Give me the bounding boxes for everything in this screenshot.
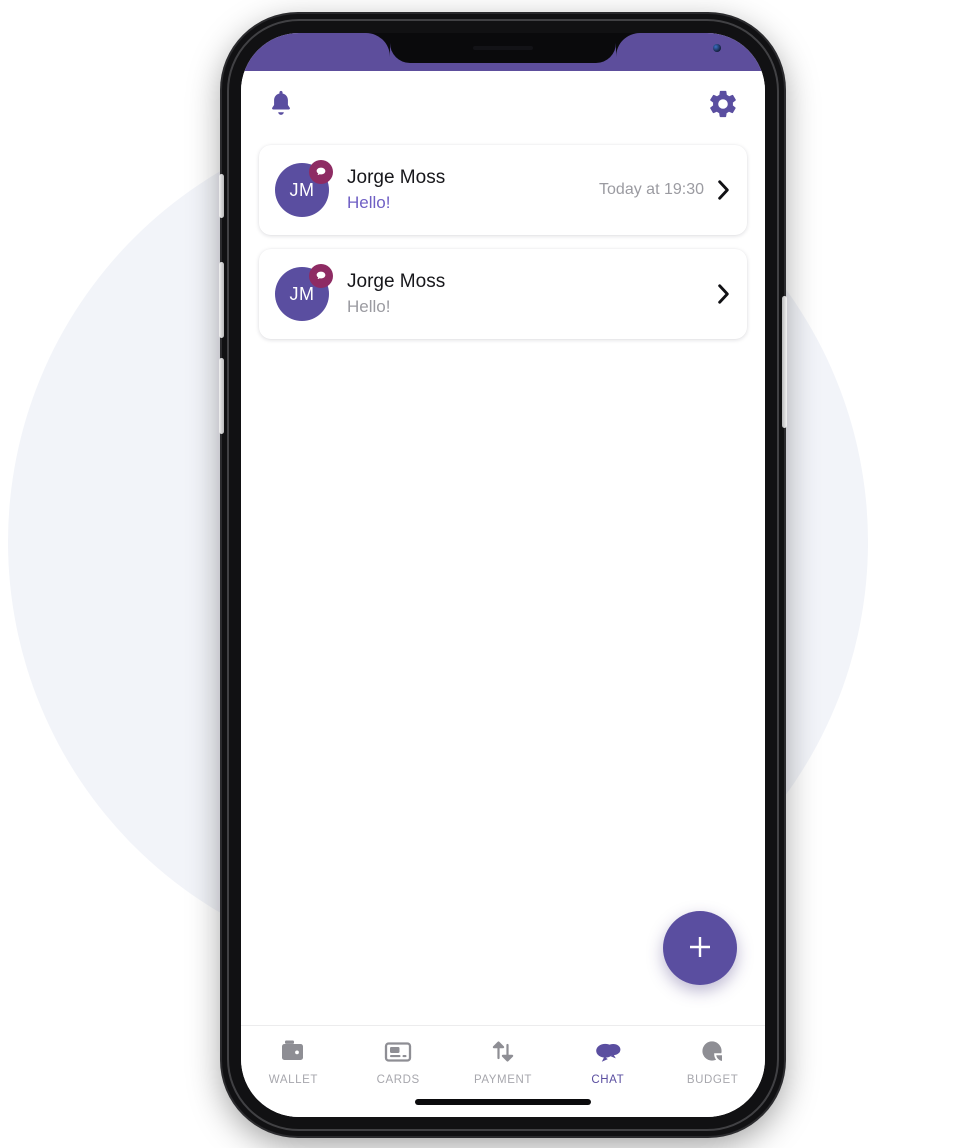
phone-device-mockup: JM Jorge Moss Hello! Today at 19:30 JM J… bbox=[219, 14, 787, 1136]
nav-label-cards: CARDS bbox=[376, 1074, 420, 1086]
transfer-arrows-icon bbox=[488, 1038, 518, 1066]
nav-item-budget[interactable]: BUDGET bbox=[660, 1038, 765, 1086]
chat-row-trailing: Today at 19:30 bbox=[599, 179, 731, 201]
nav-label-wallet: WALLET bbox=[268, 1074, 318, 1086]
card-icon bbox=[383, 1038, 413, 1066]
notch-corner-right bbox=[616, 33, 640, 57]
earpiece-speaker bbox=[473, 46, 533, 50]
chat-list: JM Jorge Moss Hello! Today at 19:30 JM J… bbox=[241, 137, 765, 1025]
chat-contact-name: Jorge Moss bbox=[347, 166, 446, 188]
volume-up-button[interactable] bbox=[219, 262, 224, 338]
nav-label-chat: CHAT bbox=[591, 1074, 625, 1086]
chat-text-block: Jorge Moss Hello! bbox=[347, 270, 694, 318]
chat-message-preview: Hello! bbox=[347, 193, 391, 213]
chevron-right-icon[interactable] bbox=[716, 179, 731, 201]
nav-label-budget: BUDGET bbox=[686, 1074, 739, 1086]
nav-item-cards[interactable]: CARDS bbox=[346, 1038, 451, 1086]
phone-screen: JM Jorge Moss Hello! Today at 19:30 JM J… bbox=[241, 33, 765, 1117]
nav-item-chat[interactable]: CHAT bbox=[555, 1038, 660, 1086]
home-indicator[interactable] bbox=[415, 1099, 591, 1105]
bell-icon[interactable] bbox=[267, 89, 295, 119]
chevron-right-icon[interactable] bbox=[716, 283, 731, 305]
app-header bbox=[241, 71, 765, 137]
plus-icon bbox=[683, 930, 717, 967]
chat-row-trailing bbox=[704, 283, 731, 305]
wallet-icon bbox=[278, 1038, 308, 1066]
chat-bubbles-icon bbox=[593, 1038, 623, 1066]
volume-down-button[interactable] bbox=[219, 358, 224, 434]
nav-item-payment[interactable]: PAYMENT bbox=[451, 1038, 556, 1086]
avatar: JM bbox=[275, 264, 333, 321]
notch-corner-left bbox=[366, 33, 390, 57]
chat-contact-name: Jorge Moss bbox=[347, 270, 446, 292]
gear-icon[interactable] bbox=[707, 88, 739, 120]
chat-bubble-icon bbox=[309, 264, 333, 288]
chat-text-block: Jorge Moss Hello! bbox=[347, 166, 589, 214]
nav-item-wallet[interactable]: WALLET bbox=[241, 1038, 346, 1086]
chat-timestamp: Today at 19:30 bbox=[599, 181, 704, 198]
new-chat-fab-button[interactable] bbox=[663, 911, 737, 985]
avatar: JM bbox=[275, 160, 333, 217]
chat-bubble-icon bbox=[309, 160, 333, 184]
pie-chart-icon bbox=[698, 1038, 728, 1066]
power-button[interactable] bbox=[782, 296, 787, 428]
front-camera-icon bbox=[713, 44, 721, 52]
chat-message-preview: Hello! bbox=[347, 297, 391, 317]
nav-label-payment: PAYMENT bbox=[473, 1074, 533, 1086]
status-bar bbox=[241, 33, 765, 71]
chat-list-item[interactable]: JM Jorge Moss Hello! Today at 19:30 bbox=[259, 145, 747, 235]
chat-list-item[interactable]: JM Jorge Moss Hello! bbox=[259, 249, 747, 339]
mute-switch-button[interactable] bbox=[219, 174, 224, 218]
